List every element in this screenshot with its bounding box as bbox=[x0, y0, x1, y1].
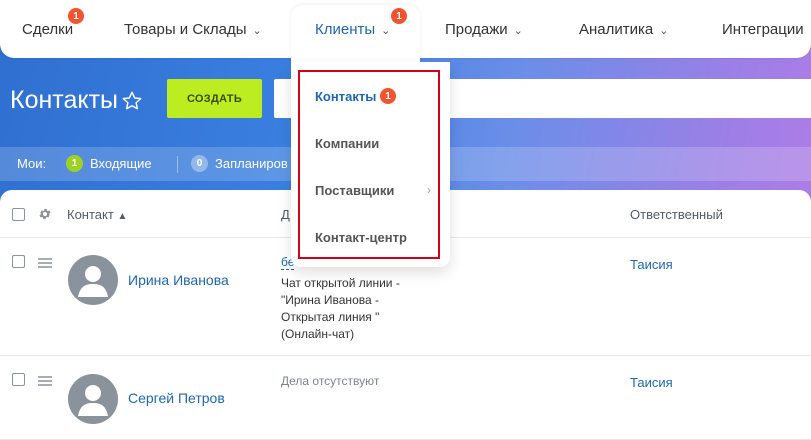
responsible-link[interactable]: Таисия bbox=[630, 257, 673, 272]
nav-item-deals[interactable]: Сделки bbox=[22, 0, 73, 58]
sort-up-icon: ▲ bbox=[117, 211, 128, 222]
chevron-down-icon: ⌄ bbox=[252, 24, 262, 37]
table-row: Сергей Петров Дела отсутствуют Таисия bbox=[0, 356, 811, 440]
chevron-down-icon: ⌄ bbox=[513, 24, 523, 37]
user-silhouette-icon bbox=[78, 266, 108, 297]
nav-item-sales[interactable]: Продажи ⌄ bbox=[445, 0, 523, 58]
star-icon[interactable] bbox=[121, 90, 143, 112]
nav-deals-badge: 1 bbox=[68, 8, 84, 24]
counter-divider bbox=[177, 156, 178, 173]
counters-label: Мои: bbox=[17, 156, 47, 171]
avatar bbox=[68, 374, 118, 424]
nav-item-products[interactable]: Товары и Склады ⌄ bbox=[124, 0, 262, 58]
column-header-responsible[interactable]: Ответственный bbox=[630, 207, 723, 222]
nav-item-clients[interactable]: Клиенты ⌄ bbox=[315, 0, 390, 58]
column-header-contact[interactable]: Контакт ▲ bbox=[67, 207, 127, 222]
gear-icon[interactable] bbox=[38, 207, 52, 221]
select-all-checkbox[interactable] bbox=[12, 208, 25, 221]
planned-count-badge: 0 bbox=[191, 155, 208, 172]
page-title: Контакты bbox=[10, 86, 118, 114]
highlight-box bbox=[298, 70, 440, 259]
responsible-link[interactable]: Таисия bbox=[630, 375, 673, 390]
nav-clients-badge: 1 bbox=[391, 8, 407, 24]
drag-handle-icon[interactable] bbox=[38, 258, 52, 268]
user-silhouette-icon bbox=[78, 385, 108, 416]
create-button[interactable]: СОЗДАТЬ bbox=[167, 79, 262, 118]
row-checkbox[interactable] bbox=[12, 255, 25, 268]
deal-description: Чат открытой линии - "Ирина Иванова - От… bbox=[281, 276, 400, 341]
contact-name-link[interactable]: Ирина Иванова bbox=[128, 272, 229, 288]
nav-item-integrations[interactable]: Интеграции bbox=[722, 0, 811, 58]
drag-handle-icon[interactable] bbox=[38, 376, 52, 386]
avatar bbox=[68, 255, 118, 305]
chevron-down-icon: ⌄ bbox=[659, 24, 669, 37]
nav-item-analytics[interactable]: Аналитика ⌄ bbox=[579, 0, 668, 58]
column-header-deals[interactable]: Д bbox=[281, 207, 290, 222]
row-checkbox[interactable] bbox=[12, 373, 25, 386]
incoming-counter[interactable]: Входящие bbox=[90, 156, 152, 171]
chevron-down-icon: ⌄ bbox=[381, 24, 391, 37]
deal-empty-text: Дела отсутствуют bbox=[281, 374, 380, 388]
planned-counter[interactable]: Запланиров bbox=[215, 156, 288, 171]
contact-name-link[interactable]: Сергей Петров bbox=[128, 390, 225, 406]
incoming-count-badge: 1 bbox=[66, 155, 83, 172]
